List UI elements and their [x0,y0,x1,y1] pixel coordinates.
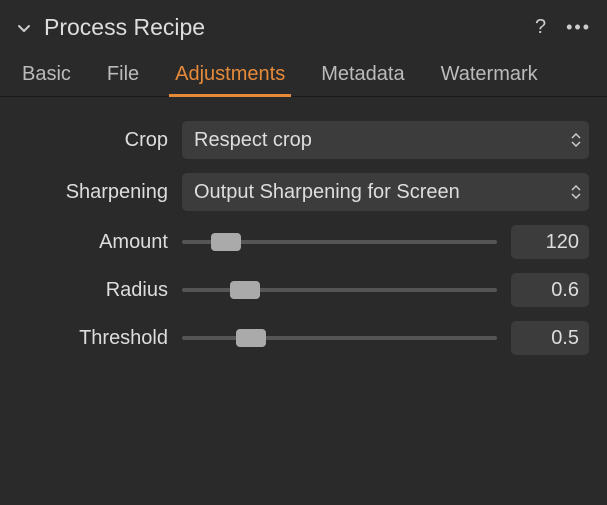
tab-file[interactable]: File [103,57,143,96]
amount-value[interactable]: 120 [511,225,589,259]
threshold-value[interactable]: 0.5 [511,321,589,355]
tabs-bar: Basic File Adjustments Metadata Watermar… [0,51,607,97]
crop-select-value: Respect crop [194,129,312,152]
crop-select[interactable]: Respect crop [182,121,589,159]
help-icon[interactable]: ? [535,16,546,39]
controls-area: Crop Respect crop Sharpening Output Shar… [0,97,607,355]
radius-slider[interactable] [182,278,497,302]
radius-row: Radius 0.6 [18,273,589,307]
amount-slider[interactable] [182,230,497,254]
sharpening-row: Sharpening Output Sharpening for Screen [18,173,589,211]
threshold-label: Threshold [18,327,168,350]
slider-thumb[interactable] [230,281,260,299]
more-icon[interactable]: ••• [566,17,591,38]
slider-track [182,336,497,340]
radius-label: Radius [18,279,168,302]
amount-label: Amount [18,231,168,254]
tab-watermark[interactable]: Watermark [437,57,542,96]
collapse-icon[interactable] [16,20,32,36]
sharpening-select[interactable]: Output Sharpening for Screen [182,173,589,211]
threshold-row: Threshold 0.5 [18,321,589,355]
slider-thumb[interactable] [236,329,266,347]
select-stepper-icon [571,185,581,199]
tab-basic[interactable]: Basic [18,57,75,96]
sharpening-select-value: Output Sharpening for Screen [194,181,460,204]
crop-row: Crop Respect crop [18,121,589,159]
panel-header: Process Recipe ? ••• [0,0,607,51]
sharpening-label: Sharpening [18,181,168,204]
amount-row: Amount 120 [18,225,589,259]
process-recipe-panel: Process Recipe ? ••• Basic File Adjustme… [0,0,607,505]
threshold-slider[interactable] [182,326,497,350]
select-stepper-icon [571,133,581,147]
tab-adjustments[interactable]: Adjustments [171,57,289,96]
tab-metadata[interactable]: Metadata [317,57,408,96]
panel-title: Process Recipe [44,14,523,41]
slider-thumb[interactable] [211,233,241,251]
crop-label: Crop [18,129,168,152]
radius-value[interactable]: 0.6 [511,273,589,307]
